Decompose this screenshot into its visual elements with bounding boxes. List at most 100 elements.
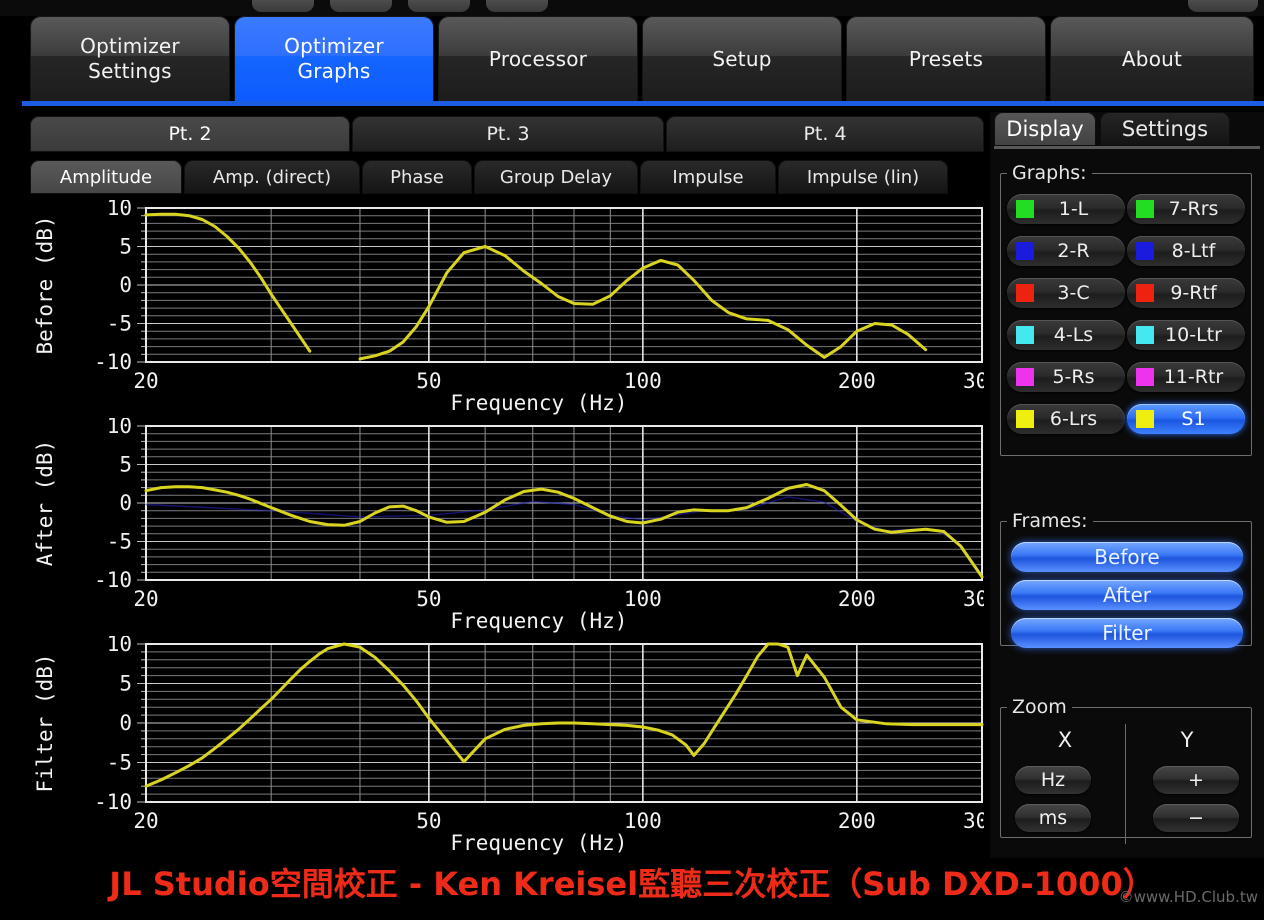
- color-swatch-3-c: [1016, 284, 1034, 302]
- view-tab-group-delay[interactable]: Group Delay: [474, 160, 638, 194]
- zoom-x-header: X: [1057, 728, 1073, 752]
- view-tab-amplitude[interactable]: Amplitude: [30, 160, 182, 194]
- graph-button-7-rrs[interactable]: 7-Rrs: [1127, 194, 1245, 224]
- view-tab-row: Amplitude Amp. (direct) Phase Group Dela…: [30, 160, 984, 194]
- point-tab-pt4[interactable]: Pt. 4: [666, 116, 984, 152]
- color-swatch-4-ls: [1016, 326, 1034, 344]
- top-partial-button-2[interactable]: [330, 0, 392, 12]
- tab-presets[interactable]: Presets: [846, 16, 1046, 102]
- color-swatch-7-rrs: [1136, 200, 1154, 218]
- graph-button-9-rtf[interactable]: 9-Rtf: [1127, 278, 1245, 308]
- graphs-group: Graphs: 1-L 7-Rrs 2-R 8-Ltf 3-C 9-Rtf 4-…: [1000, 162, 1252, 456]
- sidebar-tab-settings[interactable]: Settings: [1100, 112, 1230, 146]
- svg-text:Before (dB): Before (dB): [33, 215, 57, 354]
- tab-about[interactable]: About: [1050, 16, 1254, 102]
- view-tab-phase[interactable]: Phase: [362, 160, 472, 194]
- view-tab-group-delay-label: Group Delay: [499, 166, 613, 188]
- zoom-y-minus-label: −: [1188, 807, 1204, 829]
- svg-text:-5: -5: [107, 751, 132, 775]
- top-button-strip: [0, 0, 1264, 16]
- graph-button-11-rtr-label: 11-Rtr: [1163, 366, 1224, 388]
- tab-setup[interactable]: Setup: [642, 16, 842, 102]
- svg-text:-10: -10: [94, 568, 132, 592]
- view-tab-impulse-label: Impulse: [672, 166, 744, 188]
- tab-optimizer-settings-line1: Optimizer: [80, 34, 180, 58]
- tab-setup-label: Setup: [712, 46, 772, 71]
- zoom-y-plus-button[interactable]: +: [1153, 766, 1239, 794]
- top-partial-button-3[interactable]: [408, 0, 470, 12]
- graph-button-1-l[interactable]: 1-L: [1007, 194, 1125, 224]
- svg-text:100: 100: [624, 809, 662, 833]
- tab-processor[interactable]: Processor: [438, 16, 638, 102]
- tab-optimizer-graphs[interactable]: Optimizer Graphs: [234, 16, 434, 102]
- point-tab-pt3[interactable]: Pt. 3: [352, 116, 664, 152]
- graph-button-3-c-label: 3-C: [1057, 282, 1090, 304]
- zoom-divider: [1125, 724, 1126, 844]
- tab-presets-label: Presets: [908, 46, 984, 71]
- svg-text:200: 200: [838, 369, 876, 393]
- chart-filter[interactable]: -10 -5 0 5 10 20 50 100 200 300 Frequency (Hz) Filt…: [22, 636, 984, 858]
- graph-button-2-r[interactable]: 2-R: [1007, 236, 1125, 266]
- graph-button-s1[interactable]: S1: [1127, 404, 1245, 434]
- zoom-x-hz-button[interactable]: Hz: [1015, 766, 1091, 794]
- view-tab-amplitude-label: Amplitude: [59, 166, 153, 188]
- point-tab-pt2-label: Pt. 2: [168, 123, 212, 145]
- svg-text:Frequency (Hz): Frequency (Hz): [450, 831, 627, 855]
- zoom-x-hz-label: Hz: [1040, 769, 1066, 791]
- svg-text:20: 20: [133, 587, 158, 611]
- frame-button-before[interactable]: Before: [1011, 542, 1243, 572]
- color-swatch-10-ltr: [1136, 326, 1154, 344]
- sidebar-tab-rule: [994, 146, 1260, 149]
- zoom-y-minus-button[interactable]: −: [1153, 804, 1239, 832]
- graph-button-5-rs-label: 5-Rs: [1052, 366, 1095, 388]
- graph-button-3-c[interactable]: 3-C: [1007, 278, 1125, 308]
- graph-button-10-ltr-label: 10-Ltr: [1165, 324, 1222, 346]
- graph-button-8-ltf[interactable]: 8-Ltf: [1127, 236, 1245, 266]
- svg-text:300: 300: [963, 587, 984, 611]
- svg-text:10: 10: [107, 636, 132, 656]
- svg-text:50: 50: [416, 809, 441, 833]
- frame-button-after[interactable]: After: [1011, 580, 1243, 610]
- graph-button-4-ls[interactable]: 4-Ls: [1007, 320, 1125, 350]
- frame-button-filter[interactable]: Filter: [1011, 618, 1243, 648]
- tab-about-label: About: [1121, 46, 1183, 71]
- view-tab-impulse[interactable]: Impulse: [640, 160, 776, 194]
- app-window: Optimizer Settings Optimizer Graphs Proc…: [0, 0, 1264, 920]
- frames-group: Frames: Before After Filter: [1000, 510, 1252, 648]
- frame-button-after-label: After: [1102, 583, 1152, 607]
- color-swatch-11-rtr: [1136, 368, 1154, 386]
- svg-text:20: 20: [133, 809, 158, 833]
- zoom-group: Zoom X Y Hz ms + −: [1000, 696, 1252, 844]
- graph-button-6-lrs[interactable]: 6-Lrs: [1007, 404, 1125, 434]
- top-partial-button-5[interactable]: [1188, 0, 1258, 12]
- svg-text:10: 10: [107, 418, 132, 438]
- tab-optimizer-settings[interactable]: Optimizer Settings: [30, 16, 230, 102]
- point-tab-pt3-label: Pt. 3: [486, 123, 530, 145]
- svg-text:-10: -10: [94, 350, 132, 374]
- graph-button-2-r-label: 2-R: [1057, 240, 1090, 262]
- watermark-text: ©www.HD.Club.tw: [1118, 888, 1258, 906]
- graph-button-11-rtr[interactable]: 11-Rtr: [1127, 362, 1245, 392]
- top-partial-button-1[interactable]: [252, 0, 314, 12]
- graph-button-s1-label: S1: [1181, 408, 1206, 430]
- svg-text:100: 100: [624, 587, 662, 611]
- graph-button-6-lrs-label: 6-Lrs: [1049, 408, 1098, 430]
- svg-text:10: 10: [107, 200, 132, 220]
- view-tab-impulse-lin[interactable]: Impulse (lin): [778, 160, 948, 194]
- color-swatch-6-lrs: [1016, 410, 1034, 428]
- main-tab-bar: Optimizer Settings Optimizer Graphs Proc…: [22, 16, 1264, 106]
- svg-text:5: 5: [119, 453, 132, 477]
- view-tab-amp-direct[interactable]: Amp. (direct): [184, 160, 360, 194]
- graph-button-10-ltr[interactable]: 10-Ltr: [1127, 320, 1245, 350]
- zoom-x-ms-button[interactable]: ms: [1015, 804, 1091, 832]
- sidebar-tab-display[interactable]: Display: [994, 112, 1096, 146]
- point-tab-row: Pt. 2 Pt. 3 Pt. 4: [30, 116, 984, 152]
- graph-button-5-rs[interactable]: 5-Rs: [1007, 362, 1125, 392]
- graph-button-9-rtf-label: 9-Rtf: [1170, 282, 1217, 304]
- chart-before[interactable]: -10 -5 0 5 10 20 50 100 200 300 Frequency (Hz) Befo…: [22, 200, 984, 418]
- tab-optimizer-graphs-line1: Optimizer: [284, 34, 384, 58]
- point-tab-pt2[interactable]: Pt. 2: [30, 116, 350, 152]
- chart-after[interactable]: -10 -5 0 5 10 20 50 100 200 300 Frequency (Hz) Afte…: [22, 418, 984, 636]
- top-partial-button-4[interactable]: [486, 0, 548, 12]
- svg-text:50: 50: [416, 369, 441, 393]
